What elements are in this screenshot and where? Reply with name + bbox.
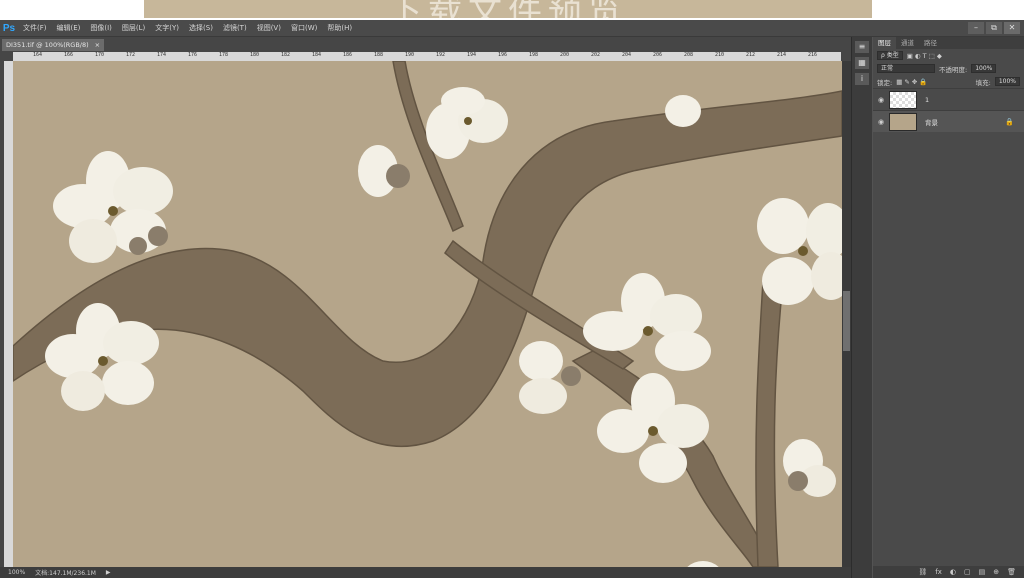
menu-image[interactable]: 图像(I)	[85, 20, 117, 37]
ruler-tick-label: 214	[777, 52, 787, 58]
opacity-label: 不透明度:	[939, 65, 968, 74]
layer-filter-select[interactable]: ρ 类型	[877, 51, 903, 60]
visibility-eye-icon[interactable]: ◉	[873, 118, 889, 126]
ruler-tick-label: 194	[467, 52, 477, 58]
lock-icons[interactable]: ▦ ✎ ✥ 🔒	[896, 78, 927, 86]
ruler-tick-label: 182	[281, 52, 291, 58]
layers-panel-footer: ⛓ fx ◐ ▢ ▤ ⊕ 🗑	[873, 566, 1024, 578]
group-icon[interactable]: ▤	[979, 566, 986, 578]
status-bar: 100% 文档:147.1M/236.1M ▶	[0, 567, 851, 578]
minimize-icon[interactable]: –	[968, 22, 984, 34]
document-tab[interactable]: DI351.tif @ 100%(RGB/8) ×	[2, 39, 105, 51]
trash-icon[interactable]: 🗑	[1007, 566, 1016, 578]
lock-label: 锁定:	[877, 78, 893, 87]
tab-layers[interactable]: 图层	[873, 37, 896, 49]
tab-channels[interactable]: 通道	[896, 37, 919, 49]
opacity-input[interactable]: 100%	[971, 64, 997, 73]
layer-thumbnail	[889, 112, 917, 131]
ps-logo-icon: Ps	[2, 22, 16, 34]
scroll-thumb[interactable]	[843, 291, 850, 351]
menu-type[interactable]: 文字(Y)	[150, 20, 184, 37]
layer-name[interactable]: 背景	[925, 117, 938, 127]
lock-row: 锁定: ▦ ✎ ✥ 🔒 填充: 100%	[873, 75, 1024, 88]
menu-select[interactable]: 选择(S)	[184, 20, 218, 37]
ruler-tick-label: 212	[746, 52, 756, 58]
ruler-tick-label: 210	[715, 52, 725, 58]
document-area: DI351.tif @ 100%(RGB/8) × 164 166 170 172 17…	[0, 37, 851, 578]
ruler-tick-label: 196	[498, 52, 508, 58]
plum-blossom-artwork	[13, 61, 842, 567]
ruler-tick-label: 206	[653, 52, 663, 58]
layer-row[interactable]: ◉ 背景 🔒	[873, 110, 1024, 132]
ruler-tick-label: 202	[591, 52, 601, 58]
tab-close-icon[interactable]: ×	[95, 39, 100, 51]
menu-edit[interactable]: 编辑(E)	[52, 20, 86, 37]
document-tab-title: DI351.tif @ 100%(RGB/8)	[6, 41, 89, 49]
properties-icon[interactable]: ▦	[855, 57, 869, 69]
menu-window[interactable]: 窗口(W)	[286, 20, 322, 37]
tab-paths[interactable]: 路径	[919, 37, 942, 49]
ruler-tick-label: 192	[436, 52, 446, 58]
ruler-tick-label: 184	[312, 52, 322, 58]
close-icon[interactable]: ✕	[1004, 22, 1020, 34]
photoshop-window: Ps 文件(F) 编辑(E) 图像(I) 图层(L) 文字(Y) 选择(S) 滤…	[0, 20, 1024, 578]
ruler-tick-label: 190	[405, 52, 415, 58]
image-canvas[interactable]	[13, 61, 842, 567]
fill-input[interactable]: 100%	[994, 77, 1020, 86]
link-icon[interactable]: ⛓	[918, 566, 927, 578]
status-arrow-icon[interactable]: ▶	[106, 569, 111, 576]
ruler-tick-label: 174	[157, 52, 167, 58]
history-icon[interactable]: ≡	[855, 41, 869, 53]
vertical-ruler[interactable]	[4, 61, 13, 567]
filter-row: ρ 类型 ▣ ◐ T ⬚ ◆	[873, 49, 1024, 62]
blend-row: 正常 不透明度: 100%	[873, 62, 1024, 75]
ruler-tick-label: 180	[250, 52, 260, 58]
ruler-tick-label: 208	[684, 52, 694, 58]
ruler-tick-label: 172	[126, 52, 136, 58]
ruler-tick-label: 166	[64, 52, 74, 58]
banner-text: 下载文件预览	[144, 0, 872, 18]
menu-filter[interactable]: 滤镜(T)	[218, 20, 252, 37]
filter-icons[interactable]: ▣ ◐ T ⬚ ◆	[907, 52, 942, 60]
menu-file[interactable]: 文件(F)	[18, 20, 52, 37]
layers-panel: 图层 通道 路径 ρ 类型 ▣ ◐ T ⬚ ◆ 正常 不透明度: 100% 锁定…	[873, 37, 1024, 578]
menu-layer[interactable]: 图层(L)	[117, 20, 150, 37]
ruler-tick-label: 170	[95, 52, 105, 58]
layer-row[interactable]: ◉ 1	[873, 88, 1024, 110]
info-icon[interactable]: i	[855, 73, 869, 85]
adjustment-icon[interactable]: ▢	[964, 566, 971, 578]
panel-icon-strip: ≡ ▦ i	[851, 37, 872, 578]
ruler-tick-label: 176	[188, 52, 198, 58]
ruler-tick-label: 188	[374, 52, 384, 58]
layer-name[interactable]: 1	[925, 96, 929, 104]
panel-tabs: 图层 通道 路径	[873, 37, 1024, 49]
menu-help[interactable]: 帮助(H)	[322, 20, 357, 37]
mask-icon[interactable]: ◐	[950, 566, 956, 578]
menu-bar: Ps 文件(F) 编辑(E) 图像(I) 图层(L) 文字(Y) 选择(S) 滤…	[0, 20, 1024, 37]
ruler-tick-label: 164	[33, 52, 43, 58]
new-layer-icon[interactable]: ⊕	[993, 566, 999, 578]
ruler-tick-label: 200	[560, 52, 570, 58]
visibility-eye-icon[interactable]: ◉	[873, 96, 889, 104]
zoom-level[interactable]: 100%	[8, 569, 25, 576]
horizontal-ruler[interactable]: 164 166 170 172 174 176 178 180 182 184 186 188 190 1…	[13, 52, 841, 61]
fill-label: 填充:	[975, 78, 991, 87]
ruler-tick-label: 216	[808, 52, 818, 58]
fx-icon[interactable]: fx	[935, 566, 942, 578]
lock-icon: 🔒	[1005, 117, 1014, 126]
doc-size-info: 文档:147.1M/236.1M	[35, 570, 96, 577]
restore-icon[interactable]: ⧉	[986, 22, 1002, 34]
layer-thumbnail	[889, 90, 917, 109]
ruler-tick-label: 186	[343, 52, 353, 58]
vertical-scrollbar[interactable]	[842, 61, 851, 567]
ruler-tick-label: 178	[219, 52, 229, 58]
ruler-tick-label: 204	[622, 52, 632, 58]
menu-view[interactable]: 视图(V)	[252, 20, 286, 37]
preview-banner: 下载文件预览	[144, 0, 872, 18]
blend-mode-select[interactable]: 正常	[877, 64, 935, 73]
window-controls: – ⧉ ✕	[968, 22, 1020, 34]
ruler-tick-label: 198	[529, 52, 539, 58]
